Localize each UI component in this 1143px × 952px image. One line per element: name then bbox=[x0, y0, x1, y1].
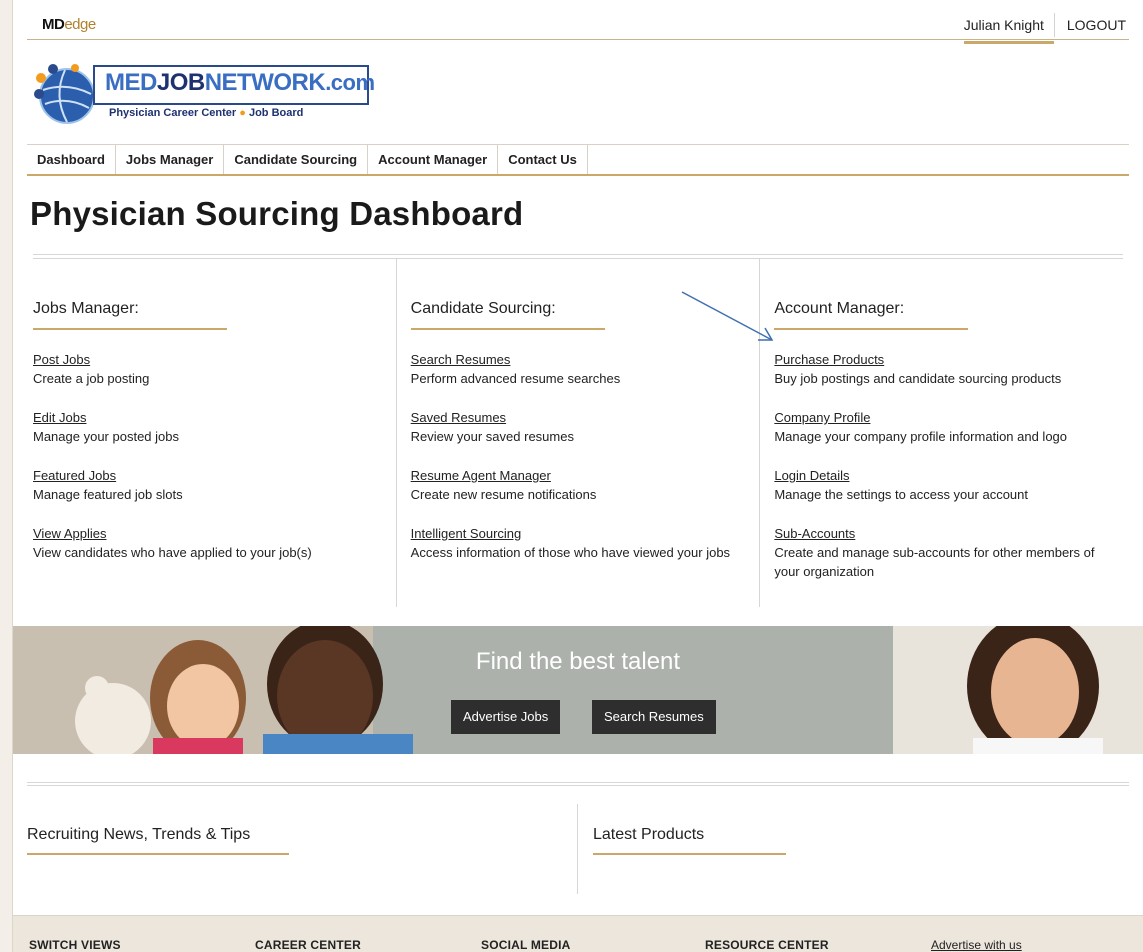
login-details-link[interactable]: Login Details bbox=[774, 466, 1123, 485]
logo-tag-right: Job Board bbox=[248, 107, 304, 119]
footer-resource-center[interactable]: RESOURCE CENTER bbox=[705, 938, 829, 952]
search-resumes-button[interactable]: Search Resumes bbox=[592, 700, 716, 734]
heading-underline bbox=[27, 853, 289, 855]
hero-banner: Find the best talent Advertise Jobs Sear… bbox=[13, 626, 1143, 754]
latest-products-section: Latest Products bbox=[577, 804, 1130, 894]
company-profile-link[interactable]: Company Profile bbox=[774, 408, 1123, 427]
resume-agent-manager-link[interactable]: Resume Agent Manager bbox=[411, 466, 597, 485]
jobs-manager-column: Jobs Manager: Post Jobs Create a job pos… bbox=[33, 259, 396, 607]
link-item: Edit Jobs Manage your posted jobs bbox=[33, 408, 179, 446]
user-area: Julian Knight LOGOUT bbox=[963, 10, 1129, 44]
link-description: Manage your posted jobs bbox=[33, 429, 179, 444]
link-item: Company Profile Manage your company prof… bbox=[774, 408, 1123, 446]
link-item: Purchase Products Buy job postings and c… bbox=[774, 350, 1123, 388]
link-item: Post Jobs Create a job posting bbox=[33, 350, 149, 388]
purchase-products-link[interactable]: Purchase Products bbox=[774, 350, 1123, 369]
link-description: Create new resume notifications bbox=[410, 487, 597, 502]
view-applies-link[interactable]: View Applies bbox=[33, 524, 312, 543]
mdedge-logo[interactable]: MDedge bbox=[42, 16, 96, 33]
nav-contact-us[interactable]: Contact Us bbox=[498, 145, 588, 174]
logout-link[interactable]: LOGOUT bbox=[1055, 13, 1129, 37]
nav-candidate-sourcing[interactable]: Candidate Sourcing bbox=[224, 145, 369, 174]
recruiting-news-section: Recruiting News, Trends & Tips bbox=[27, 804, 577, 894]
sub-accounts-link[interactable]: Sub-Accounts bbox=[774, 524, 1123, 543]
logo-word-network: NETWORK bbox=[204, 69, 326, 96]
banner-photo-image bbox=[13, 626, 1143, 754]
link-item: Featured Jobs Manage featured job slots bbox=[33, 466, 183, 504]
section-divider bbox=[27, 782, 1129, 786]
link-item: Saved Resumes Review your saved resumes bbox=[411, 408, 574, 446]
link-item: Intelligent Sourcing Access information … bbox=[411, 524, 730, 562]
logo-word-dotcom: .com bbox=[325, 70, 375, 95]
heading-underline bbox=[593, 853, 786, 855]
footer: SWITCH VIEWS CAREER CENTER SOCIAL MEDIA … bbox=[13, 915, 1143, 952]
heading-underline bbox=[410, 328, 605, 330]
post-jobs-link[interactable]: Post Jobs bbox=[33, 350, 149, 369]
link-description: Manage featured job slots bbox=[33, 487, 183, 502]
link-item: View Applies View candidates who have ap… bbox=[33, 524, 312, 562]
nav-dashboard[interactable]: Dashboard bbox=[27, 145, 116, 174]
link-description: View candidates who have applied to your… bbox=[33, 545, 312, 560]
page-title: Physician Sourcing Dashboard bbox=[30, 195, 524, 232]
banner-title: Find the best talent bbox=[475, 648, 681, 675]
products-heading: Latest Products bbox=[593, 826, 705, 843]
dashboard-columns: Jobs Manager: Post Jobs Create a job pos… bbox=[33, 259, 1123, 607]
logo-wordmark: MEDJOBNETWORK.com bbox=[105, 69, 375, 97]
page: MDedge Julian Knight LOGOUT MEDJOBNETWOR… bbox=[12, 0, 1143, 952]
news-heading: Recruiting News, Trends & Tips bbox=[27, 826, 251, 843]
nav-account-manager[interactable]: Account Manager bbox=[368, 145, 499, 174]
link-description: Create a job posting bbox=[33, 371, 150, 386]
link-description: Access information of those who have vie… bbox=[410, 545, 731, 560]
advertise-jobs-button[interactable]: Advertise Jobs bbox=[451, 700, 561, 734]
link-description: Buy job postings and candidate sourcing … bbox=[774, 371, 1062, 386]
annotation-arrow-icon bbox=[681, 291, 774, 341]
link-description: Manage the settings to access your accou… bbox=[774, 487, 1028, 502]
column-heading: Candidate Sourcing: bbox=[410, 300, 556, 317]
link-description: Perform advanced resume searches bbox=[410, 371, 621, 386]
user-name[interactable]: Julian Knight bbox=[963, 13, 1055, 44]
footer-career-center[interactable]: CAREER CENTER bbox=[255, 938, 361, 952]
link-description: Review your saved resumes bbox=[410, 429, 574, 444]
nav-jobs-manager[interactable]: Jobs Manager bbox=[116, 145, 225, 174]
main-nav: Dashboard Jobs Manager Candidate Sourcin… bbox=[27, 144, 1129, 176]
mdedge-logo-md: MD bbox=[42, 16, 65, 33]
link-item: Login Details Manage the settings to acc… bbox=[774, 466, 1123, 504]
saved-resumes-link[interactable]: Saved Resumes bbox=[411, 408, 574, 427]
account-manager-column: Account Manager: Purchase Products Buy j… bbox=[759, 259, 1123, 607]
link-item: Search Resumes Perform advanced resume s… bbox=[411, 350, 621, 388]
logo-word-job: JOB bbox=[156, 69, 205, 96]
heading-underline bbox=[33, 328, 227, 330]
link-item: Sub-Accounts Create and manage sub-accou… bbox=[774, 524, 1123, 581]
link-description: Create and manage sub-accounts for other… bbox=[774, 545, 1095, 579]
edit-jobs-link[interactable]: Edit Jobs bbox=[33, 408, 179, 427]
intelligent-sourcing-link[interactable]: Intelligent Sourcing bbox=[411, 524, 730, 543]
footer-switch-views[interactable]: SWITCH VIEWS bbox=[29, 938, 121, 952]
logo-tag-dot: ● bbox=[239, 107, 246, 119]
logo-word-med: MED bbox=[105, 69, 157, 96]
top-bar: MDedge Julian Knight LOGOUT bbox=[27, 0, 1129, 44]
advertise-with-us-link[interactable]: Advertise with us bbox=[931, 938, 1022, 952]
logo-tagline: Physician Career Center ● Job Board bbox=[109, 107, 303, 119]
mdedge-logo-edge: edge bbox=[64, 16, 96, 33]
heading-underline bbox=[774, 328, 969, 330]
link-description: Manage your company profile information … bbox=[774, 429, 1068, 444]
featured-jobs-link[interactable]: Featured Jobs bbox=[33, 466, 183, 485]
search-resumes-link[interactable]: Search Resumes bbox=[411, 350, 621, 369]
column-heading: Jobs Manager: bbox=[33, 300, 139, 317]
footer-social-media[interactable]: SOCIAL MEDIA bbox=[481, 938, 571, 952]
logo-tag-left: Physician Career Center bbox=[109, 107, 237, 119]
medjobnetwork-logo[interactable]: MEDJOBNETWORK.com Physician Career Cente… bbox=[29, 60, 375, 124]
link-item: Resume Agent Manager Create new resume n… bbox=[411, 466, 597, 504]
